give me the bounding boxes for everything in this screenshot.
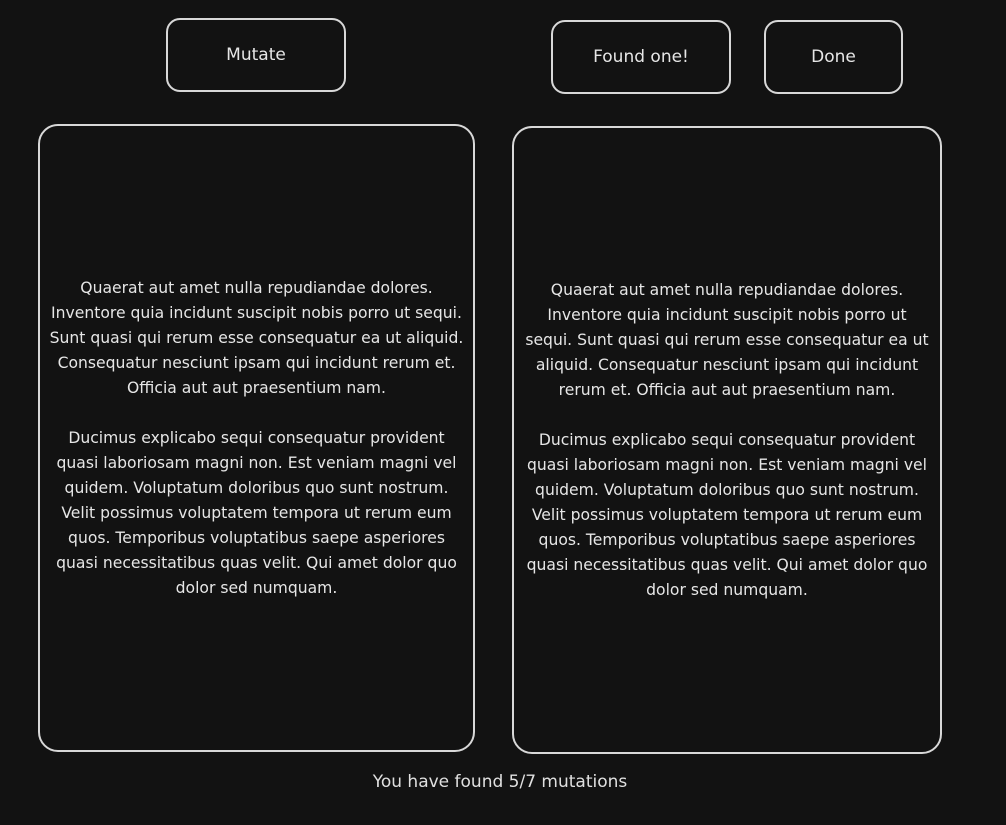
found-one-button[interactable]: Found one!: [551, 20, 731, 94]
mutated-paragraph-2[interactable]: Ducimus explicabo sequi consequatur prov…: [522, 428, 932, 603]
mutated-text-panel[interactable]: Quaerat aut amet nulla repudiandae dolor…: [512, 126, 942, 754]
mutated-text[interactable]: Quaerat aut amet nulla repudiandae dolor…: [522, 278, 932, 603]
mutated-paragraph-1[interactable]: Quaerat aut amet nulla repudiandae dolor…: [522, 278, 932, 403]
original-text-panel: Quaerat aut amet nulla repudiandae dolor…: [38, 124, 475, 752]
mutation-status-text: You have found 5/7 mutations: [372, 772, 628, 792]
original-text: Quaerat aut amet nulla repudiandae dolor…: [48, 276, 465, 601]
done-button[interactable]: Done: [764, 20, 903, 94]
original-paragraph-2: Ducimus explicabo sequi consequatur prov…: [56, 428, 457, 597]
original-paragraph-1: Quaerat aut amet nulla repudiandae dolor…: [49, 278, 464, 397]
mutate-button[interactable]: Mutate: [166, 18, 346, 92]
